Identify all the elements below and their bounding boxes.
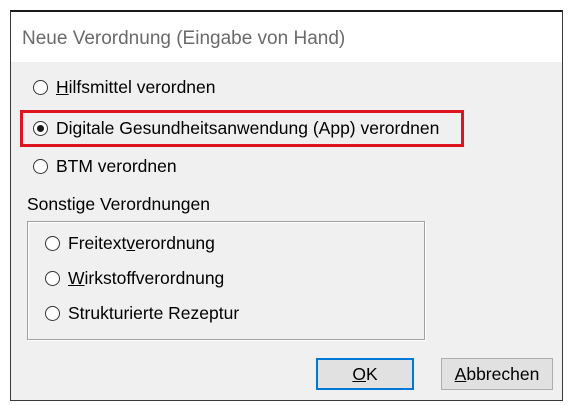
radio-strukturierte-rezeptur[interactable]: Strukturierte Rezeptur	[45, 303, 239, 323]
radio-indicator[interactable]	[33, 79, 48, 95]
radio-digitale-gesundheitsanwendung[interactable]: Digitale Gesundheitsanwendung (App) vero…	[33, 118, 439, 138]
radio-btm[interactable]: BTM verordnen	[33, 156, 177, 176]
other-prescriptions-group: Freitextverordnung Wirkstoffverordnung S…	[27, 221, 425, 340]
radio-indicator[interactable]	[45, 270, 60, 286]
radio-label-freitextverordnung[interactable]: Freitextverordnung	[68, 233, 215, 253]
cancel-button[interactable]: Abbrechen	[441, 358, 553, 390]
radio-wirkstoffverordnung[interactable]: Wirkstoffverordnung	[45, 268, 224, 288]
window-title: Neue Verordnung (Eingabe von Hand)	[22, 28, 346, 49]
radio-label-digitale-gesundheitsanwendung[interactable]: Digitale Gesundheitsanwendung (App) vero…	[56, 118, 439, 138]
radio-hilfsmittel[interactable]: Hilfsmittel verordnen	[33, 77, 216, 97]
radio-freitextverordnung[interactable]: Freitextverordnung	[45, 233, 215, 253]
cancel-button-label[interactable]: Abbrechen	[455, 364, 540, 385]
radio-label-strukturierte-rezeptur[interactable]: Strukturierte Rezeptur	[68, 303, 239, 323]
group-label-sonstige-verordnungen: Sonstige Verordnungen	[27, 194, 210, 214]
ok-button[interactable]: OK	[316, 358, 414, 390]
radio-label-btm[interactable]: BTM verordnen	[56, 156, 177, 176]
radio-label-hilfsmittel[interactable]: Hilfsmittel verordnen	[56, 77, 216, 97]
dialog-window: Neue Verordnung (Eingabe von Hand) Hilfs…	[10, 10, 563, 401]
radio-indicator[interactable]	[33, 120, 48, 136]
radio-indicator[interactable]	[33, 158, 48, 174]
ok-button-label[interactable]: OK	[352, 364, 377, 385]
title-bar[interactable]: Neue Verordnung (Eingabe von Hand)	[11, 12, 562, 62]
radio-label-wirkstoffverordnung[interactable]: Wirkstoffverordnung	[68, 268, 224, 288]
radio-indicator[interactable]	[45, 235, 60, 251]
radio-indicator[interactable]	[45, 305, 60, 321]
